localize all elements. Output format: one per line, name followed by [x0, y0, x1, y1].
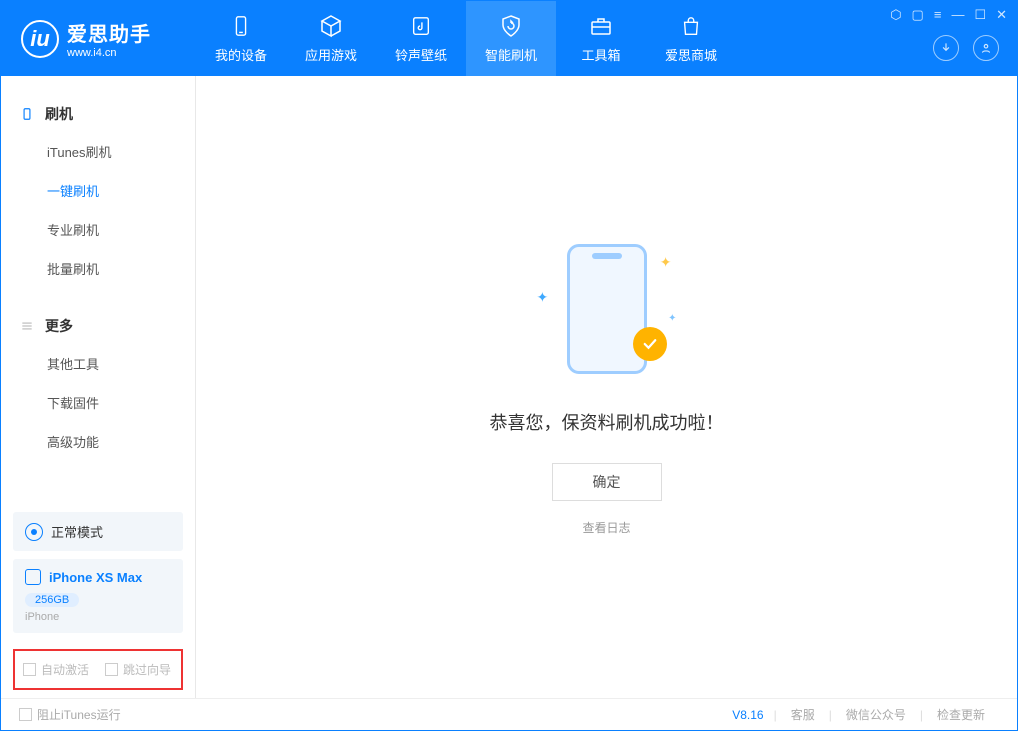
device-info-box[interactable]: iPhone XS Max 256GB iPhone — [13, 559, 183, 633]
sidebar-section-flash: 刷机 iTunes刷机 一键刷机 专业刷机 批量刷机 — [1, 76, 195, 288]
sidebar-header-label: 刷机 — [45, 104, 73, 124]
footer-link-support[interactable]: 客服 — [777, 706, 829, 723]
checkbox-skip-guide[interactable]: 跳过向导 — [105, 661, 171, 678]
success-message: 恭喜您，保资料刷机成功啦！ — [490, 409, 724, 435]
device-icon — [19, 106, 35, 122]
nav-tab-my-device[interactable]: 我的设备 — [196, 1, 286, 76]
sidebar-header-label: 更多 — [45, 316, 73, 336]
shield-refresh-icon — [498, 13, 524, 39]
nav-label: 爱思商城 — [665, 45, 717, 64]
nav-label: 智能刷机 — [485, 45, 537, 64]
toolbox-icon — [588, 13, 614, 39]
header-right-icons — [933, 35, 999, 61]
sparkle-icon: ✦ — [537, 289, 549, 306]
mode-status-icon — [25, 523, 43, 541]
nav-label: 我的设备 — [215, 45, 267, 64]
sidebar-item-itunes-flash[interactable]: iTunes刷机 — [1, 132, 195, 171]
bag-icon — [678, 13, 704, 39]
nav-tab-store[interactable]: 爱思商城 — [646, 1, 736, 76]
checkbox-auto-activate[interactable]: 自动激活 — [23, 661, 89, 678]
checkbox-icon — [19, 708, 32, 721]
version-label: V8.16 — [732, 708, 773, 722]
device-type: iPhone — [25, 611, 171, 623]
music-folder-icon — [408, 13, 434, 39]
footer-link-update[interactable]: 检查更新 — [923, 706, 999, 723]
minimize-button[interactable]: — — [951, 7, 964, 23]
checkbox-label: 自动激活 — [41, 661, 89, 678]
nav-tab-flash[interactable]: 智能刷机 — [466, 1, 556, 76]
app-name: 爱思助手 — [67, 18, 151, 47]
ok-button[interactable]: 确定 — [552, 463, 662, 501]
sidebar-header-more: 更多 — [1, 308, 195, 344]
mode-status-box[interactable]: 正常模式 — [13, 512, 183, 551]
sidebar: 刷机 iTunes刷机 一键刷机 专业刷机 批量刷机 更多 其他工具 下载固件 … — [1, 76, 196, 698]
sidebar-item-advanced[interactable]: 高级功能 — [1, 422, 195, 461]
sidebar-item-oneclick-flash[interactable]: 一键刷机 — [1, 171, 195, 210]
nav-tab-apps[interactable]: 应用游戏 — [286, 1, 376, 76]
logo-area: iu 爱思助手 www.i4.cn — [1, 18, 196, 59]
menu-icon[interactable]: ≡ — [934, 7, 942, 23]
nav-label: 铃声壁纸 — [395, 45, 447, 64]
app-logo-icon: iu — [21, 20, 59, 58]
device-name: iPhone XS Max — [49, 570, 142, 585]
sidebar-item-download-firmware[interactable]: 下载固件 — [1, 383, 195, 422]
download-icon[interactable] — [933, 35, 959, 61]
sidebar-header-flash: 刷机 — [1, 96, 195, 132]
phone-icon — [228, 13, 254, 39]
nav-label: 应用游戏 — [305, 45, 357, 64]
cube-icon — [318, 13, 344, 39]
main-content: ✦ ✦ ✦ 恭喜您，保资料刷机成功啦！ 确定 查看日志 — [196, 76, 1017, 698]
sidebar-section-more: 更多 其他工具 下载固件 高级功能 — [1, 288, 195, 461]
status-bar: 阻止iTunes运行 V8.16 | 客服 | 微信公众号 | 检查更新 — [1, 698, 1017, 730]
checkbox-label: 阻止iTunes运行 — [37, 706, 121, 723]
nav-tab-toolbox[interactable]: 工具箱 — [556, 1, 646, 76]
view-log-link[interactable]: 查看日志 — [582, 519, 630, 536]
footer-link-wechat[interactable]: 微信公众号 — [832, 706, 920, 723]
sidebar-item-other-tools[interactable]: 其他工具 — [1, 344, 195, 383]
maximize-button[interactable]: ☐ — [974, 7, 986, 23]
nav-tab-ringtones[interactable]: 铃声壁纸 — [376, 1, 466, 76]
logo-text: 爱思助手 www.i4.cn — [67, 18, 151, 59]
device-small-icon — [25, 569, 41, 585]
highlighted-options-row: 自动激活 跳过向导 — [13, 649, 183, 690]
checkbox-icon — [23, 663, 36, 676]
phone-illustration-icon — [567, 244, 647, 374]
body-area: 刷机 iTunes刷机 一键刷机 专业刷机 批量刷机 更多 其他工具 下载固件 … — [1, 76, 1017, 698]
nav-label: 工具箱 — [581, 45, 620, 64]
app-url: www.i4.cn — [67, 47, 151, 59]
app-header: iu 爱思助手 www.i4.cn 我的设备 应用游戏 铃声壁纸 — [1, 1, 1017, 76]
window-controls: ⬡ ▢ ≡ — ☐ ✕ — [890, 7, 1007, 23]
checkbox-label: 跳过向导 — [123, 661, 171, 678]
sparkle-icon: ✦ — [660, 254, 672, 271]
list-icon — [19, 318, 35, 334]
nav-tabs: 我的设备 应用游戏 铃声壁纸 智能刷机 工具箱 — [196, 1, 736, 76]
sidebar-item-batch-flash[interactable]: 批量刷机 — [1, 249, 195, 288]
mode-status-label: 正常模式 — [51, 522, 103, 541]
close-button[interactable]: ✕ — [996, 7, 1007, 23]
user-icon[interactable] — [973, 35, 999, 61]
check-badge-icon — [633, 327, 667, 361]
sparkle-icon: ✦ — [668, 313, 676, 324]
success-illustration: ✦ ✦ ✦ — [537, 239, 677, 379]
checkbox-block-itunes[interactable]: 阻止iTunes运行 — [19, 706, 121, 723]
tshirt-icon[interactable]: ⬡ — [890, 7, 901, 23]
feedback-icon[interactable]: ▢ — [912, 7, 924, 23]
device-capacity-badge: 256GB — [25, 593, 79, 607]
sidebar-item-pro-flash[interactable]: 专业刷机 — [1, 210, 195, 249]
checkbox-icon — [105, 663, 118, 676]
